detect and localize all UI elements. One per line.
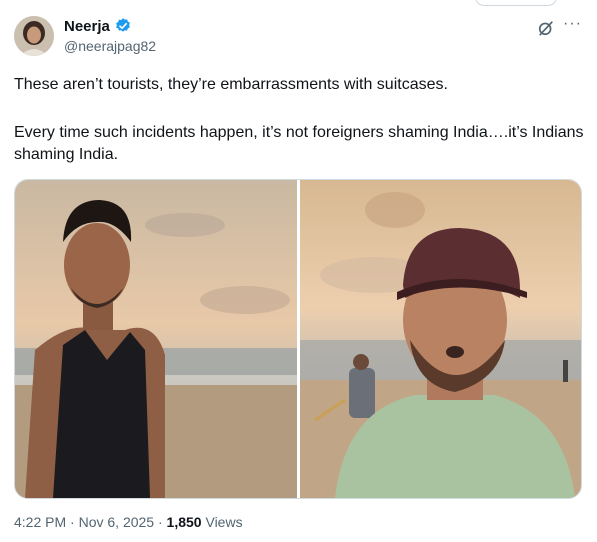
separator: · — [154, 514, 167, 530]
views-count: 1,850 — [166, 514, 202, 530]
grok-icon[interactable] — [536, 18, 556, 38]
author-handle[interactable]: @neerajpag82 — [64, 38, 156, 54]
views-label: Views — [201, 514, 243, 530]
avatar[interactable] — [14, 16, 54, 56]
tweet-text-line2: Every time such incidents happen, it’s n… — [14, 124, 584, 163]
left-frame — [15, 180, 297, 498]
tweet-text-line1: These aren’t tourists, they’re embarrass… — [14, 76, 448, 93]
tweet-date[interactable]: Nov 6, 2025 — [79, 514, 155, 530]
separator: · — [66, 514, 79, 530]
right-frame — [300, 180, 581, 498]
more-icon[interactable]: ··· — [563, 15, 582, 33]
verified-badge-icon — [115, 18, 130, 32]
tweet-meta: 4:22 PM · Nov 6, 2025 · 1,850 Views — [14, 514, 243, 530]
author-name[interactable]: Neerja — [64, 18, 110, 35]
tweet-time[interactable]: 4:22 PM — [14, 514, 66, 530]
tweet-media[interactable] — [14, 179, 582, 499]
video-thumbnail — [15, 180, 581, 498]
top-edge-button[interactable] — [475, 0, 557, 6]
author-name-row: Neerja — [64, 17, 132, 35]
avatar-image — [14, 16, 54, 56]
